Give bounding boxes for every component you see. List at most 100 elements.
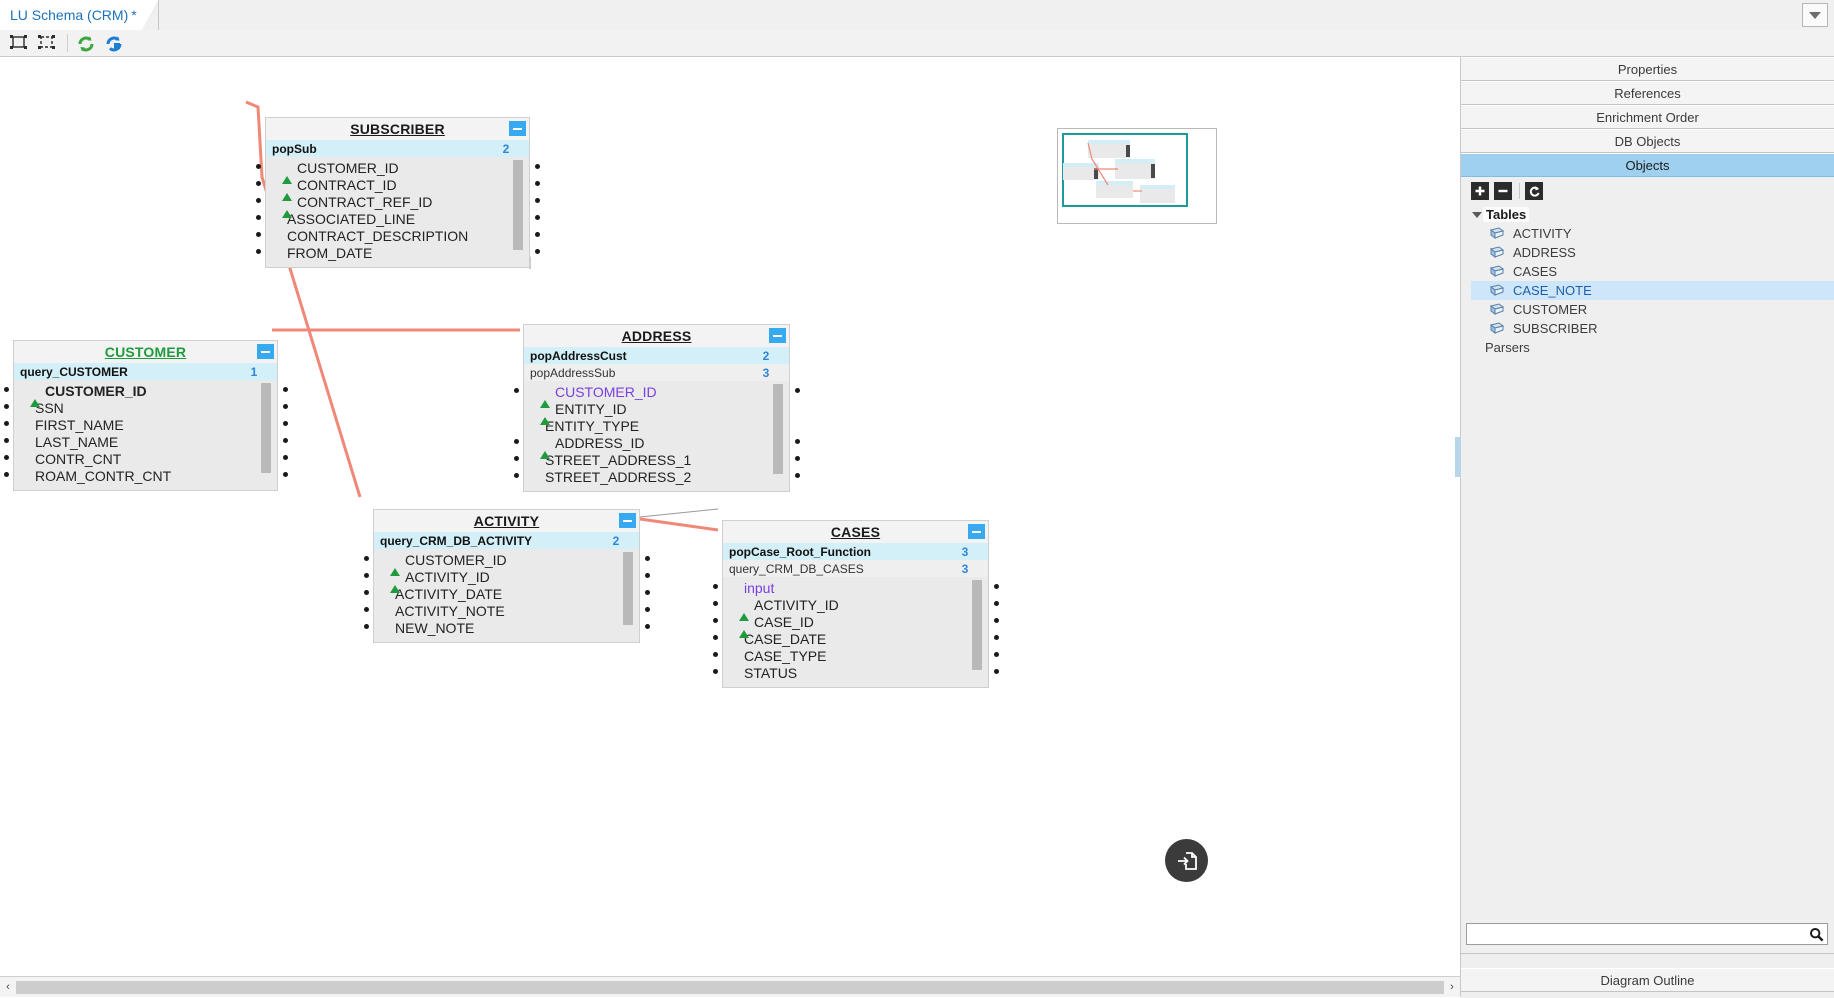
entity-field-row[interactable]: ACTIVITY_ID	[723, 596, 988, 613]
entity-population-row[interactable]: popSub2	[266, 140, 529, 157]
field-connector-knob[interactable]	[364, 624, 369, 629]
window-minimize-button[interactable]	[1802, 3, 1828, 27]
field-connector-knob[interactable]	[4, 387, 9, 392]
entity-population-row[interactable]: query_CRM_DB_CASES3	[723, 560, 988, 577]
field-connector-knob[interactable]	[713, 669, 718, 674]
entity-field-row[interactable]: SSN	[14, 399, 277, 416]
entity-population-row[interactable]: query_CRM_DB_ACTIVITY2	[374, 532, 639, 549]
entity-field-row[interactable]: CONTRACT_ID	[266, 176, 529, 193]
field-connector-knob[interactable]	[364, 573, 369, 578]
field-connector-knob[interactable]	[4, 455, 9, 460]
field-connector-knob[interactable]	[514, 456, 519, 461]
field-connector-knob[interactable]	[795, 473, 800, 478]
entity-field-row[interactable]: FIRST_NAME	[14, 416, 277, 433]
field-connector-knob[interactable]	[4, 472, 9, 477]
entity-population-row[interactable]: popAddressSub3	[524, 364, 789, 381]
field-connector-knob[interactable]	[514, 388, 519, 393]
field-connector-knob[interactable]	[256, 215, 261, 220]
entity-minimize-button[interactable]	[257, 344, 274, 359]
entity-field-row[interactable]: STREET_ADDRESS_2	[524, 468, 789, 485]
entity-field-row[interactable]: CASE_DATE	[723, 630, 988, 647]
search-input[interactable]	[1467, 924, 1805, 944]
field-connector-knob[interactable]	[364, 556, 369, 561]
import-document-button[interactable]	[1165, 839, 1208, 882]
entity-field-row[interactable]: CUSTOMER_ID	[14, 382, 277, 399]
field-connector-knob[interactable]	[256, 181, 261, 186]
field-connector-knob[interactable]	[994, 601, 999, 606]
entity-minimize-button[interactable]	[509, 121, 526, 136]
tree-node-parsers[interactable]: Parsers	[1471, 338, 1834, 357]
entity-field-scrollbar[interactable]	[972, 580, 982, 670]
reload-blue-icon[interactable]	[101, 31, 127, 55]
field-connector-knob[interactable]	[535, 215, 540, 220]
entity-minimize-button[interactable]	[968, 524, 985, 539]
field-connector-knob[interactable]	[535, 181, 540, 186]
field-connector-knob[interactable]	[4, 404, 9, 409]
accordion-item-db-objects[interactable]: DB Objects	[1461, 129, 1834, 153]
diagram-minimap[interactable]	[1057, 128, 1217, 224]
add-object-button[interactable]	[1471, 182, 1489, 200]
canvas-horizontal-scrollbar[interactable]: ‹ ›	[0, 976, 1460, 997]
tree-expander-icon[interactable]	[1471, 212, 1483, 218]
field-connector-knob[interactable]	[713, 652, 718, 657]
field-connector-knob[interactable]	[795, 388, 800, 393]
field-connector-knob[interactable]	[795, 439, 800, 444]
field-connector-knob[interactable]	[994, 635, 999, 640]
entity-field-row[interactable]: LAST_NAME	[14, 433, 277, 450]
field-connector-knob[interactable]	[256, 249, 261, 254]
entity-field-row[interactable]: CUSTOMER_ID	[374, 551, 639, 568]
field-connector-knob[interactable]	[364, 590, 369, 595]
entity-field-row[interactable]: ACTIVITY_DATE	[374, 585, 639, 602]
entity-field-row[interactable]: CASE_ID	[723, 613, 988, 630]
entity-field-row[interactable]: STATUS	[723, 664, 988, 681]
entity-field-row[interactable]: CUSTOMER_ID	[266, 159, 529, 176]
field-connector-knob[interactable]	[283, 455, 288, 460]
tab-lu-schema-crm[interactable]: LU Schema (CRM) * ✕	[0, 0, 152, 30]
entity-field-scrollbar[interactable]	[513, 160, 523, 250]
entity-box-subscriber[interactable]: SUBSCRIBERpopSub2CUSTOMER_IDCONTRACT_IDC…	[265, 117, 530, 268]
tree-item-customer[interactable]: CUSTOMER	[1471, 300, 1834, 319]
entity-field-row[interactable]: NEW_NOTE	[374, 619, 639, 636]
tree-item-subscriber[interactable]: SUBSCRIBER	[1471, 319, 1834, 338]
field-connector-knob[interactable]	[256, 198, 261, 203]
entity-field-row[interactable]: CONTRACT_REF_ID	[266, 193, 529, 210]
entity-minimize-button[interactable]	[769, 328, 786, 343]
field-connector-knob[interactable]	[994, 618, 999, 623]
field-connector-knob[interactable]	[514, 439, 519, 444]
field-connector-knob[interactable]	[994, 584, 999, 589]
field-connector-knob[interactable]	[713, 601, 718, 606]
field-connector-knob[interactable]	[283, 472, 288, 477]
field-connector-knob[interactable]	[994, 669, 999, 674]
entity-field-row[interactable]: CONTRACT_DESCRIPTION	[266, 227, 529, 244]
field-connector-knob[interactable]	[4, 438, 9, 443]
entity-field-row[interactable]: ACTIVITY_ID	[374, 568, 639, 585]
field-connector-knob[interactable]	[514, 473, 519, 478]
field-connector-knob[interactable]	[256, 232, 261, 237]
field-connector-knob[interactable]	[645, 573, 650, 578]
accordion-item-enrichment-order[interactable]: Enrichment Order	[1461, 105, 1834, 129]
field-connector-knob[interactable]	[4, 421, 9, 426]
diagram-outline-button[interactable]: Diagram Outline	[1461, 968, 1834, 992]
field-connector-knob[interactable]	[645, 556, 650, 561]
refresh-green-icon[interactable]	[73, 31, 99, 55]
field-connector-knob[interactable]	[535, 232, 540, 237]
entity-field-row[interactable]: CASE_TYPE	[723, 647, 988, 664]
field-connector-knob[interactable]	[645, 607, 650, 612]
entity-field-row[interactable]: ROAM_CONTR_CNT	[14, 467, 277, 484]
field-connector-knob[interactable]	[535, 164, 540, 169]
entity-field-row[interactable]: ASSOCIATED_LINE	[266, 210, 529, 227]
tree-item-address[interactable]: ADDRESS	[1471, 243, 1834, 262]
entity-field-row[interactable]: FROM_DATE	[266, 244, 529, 261]
scroll-thumb[interactable]	[16, 981, 1444, 994]
scroll-right-icon[interactable]: ›	[1444, 977, 1460, 998]
field-connector-knob[interactable]	[283, 421, 288, 426]
entity-field-row[interactable]: input	[723, 579, 988, 596]
field-connector-knob[interactable]	[535, 249, 540, 254]
entity-population-row[interactable]: query_CUSTOMER1	[14, 363, 277, 380]
field-connector-knob[interactable]	[645, 624, 650, 629]
tree-item-activity[interactable]: ACTIVITY	[1471, 224, 1834, 243]
entity-box-address[interactable]: ADDRESSpopAddressCust2popAddressSub3CUST…	[523, 324, 790, 492]
entity-field-row[interactable]: STREET_ADDRESS_1	[524, 451, 789, 468]
entity-minimize-button[interactable]	[619, 513, 636, 528]
objects-search-box[interactable]	[1466, 923, 1828, 945]
